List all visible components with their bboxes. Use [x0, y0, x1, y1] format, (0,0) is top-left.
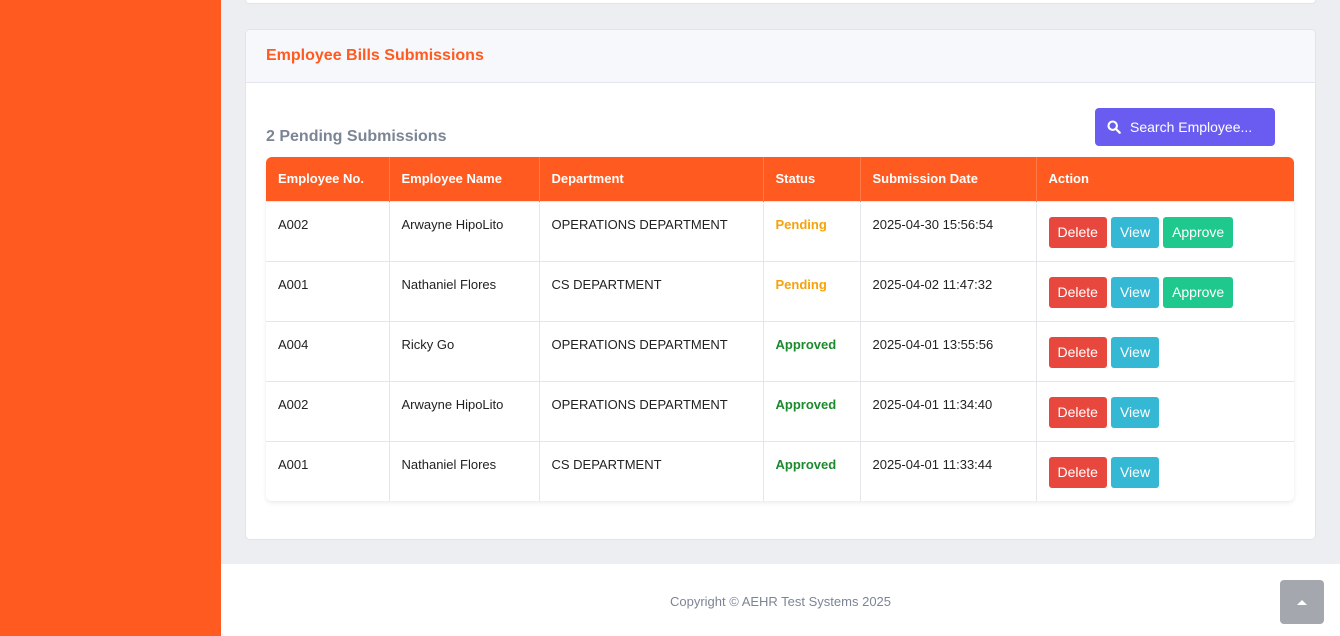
- status-cell: Approved: [763, 320, 861, 381]
- search-icon: [1107, 120, 1121, 134]
- column-header: Employee Name: [389, 157, 540, 201]
- delete-button[interactable]: Delete: [1048, 396, 1107, 428]
- view-button[interactable]: View: [1110, 216, 1160, 248]
- employee-name-cell: Ricky Go: [389, 320, 540, 381]
- card-title: Employee Bills Submissions: [266, 47, 484, 64]
- status-cell: Pending: [763, 260, 861, 321]
- employee-name-cell: Nathaniel Flores: [389, 440, 540, 501]
- approve-button[interactable]: Approve: [1163, 276, 1234, 308]
- submission-date-cell: 2025-04-01 11:33:44: [860, 440, 1037, 501]
- employee-no-cell: A001: [266, 440, 390, 501]
- department-cell: OPERATIONS DEPARTMENT: [539, 320, 764, 381]
- search-employee-label: Search Employee...: [1130, 119, 1253, 135]
- employee-no-cell: A004: [266, 320, 390, 381]
- employee-name-cell: Arwayne HipoLito: [389, 200, 540, 261]
- table-row: A004 Ricky Go OPERATIONS DEPARTMENT Appr…: [266, 320, 1294, 381]
- department-cell: CS DEPARTMENT: [539, 440, 764, 501]
- action-cell: Delete View Approve: [1036, 260, 1294, 321]
- status-cell: Approved: [763, 380, 861, 441]
- table-row: A002 Arwayne HipoLito OPERATIONS DEPARTM…: [266, 200, 1294, 261]
- view-button[interactable]: View: [1110, 276, 1160, 308]
- footer: Copyright © AEHR Test Systems 2025: [221, 564, 1340, 636]
- action-cell: Delete View: [1036, 380, 1294, 441]
- submissions-table: Employee No. Employee Name Department St…: [266, 157, 1294, 501]
- status-cell: Pending: [763, 200, 861, 261]
- pending-count-heading: 2 Pending Submissions: [266, 128, 447, 145]
- employee-no-cell: A002: [266, 380, 390, 441]
- action-cell: Delete View: [1036, 320, 1294, 381]
- search-employee-button[interactable]: Search Employee...: [1095, 108, 1275, 146]
- column-header: Department: [539, 157, 764, 201]
- action-cell: Delete View Approve: [1036, 200, 1294, 261]
- submission-date-cell: 2025-04-30 15:56:54: [860, 200, 1037, 261]
- scroll-to-top-button[interactable]: [1280, 580, 1324, 624]
- previous-card-edge: [245, 0, 1316, 4]
- employee-no-cell: A001: [266, 260, 390, 321]
- department-cell: OPERATIONS DEPARTMENT: [539, 380, 764, 441]
- bills-submissions-card: Employee Bills Submissions 2 Pending Sub…: [245, 29, 1316, 540]
- table-row: A002 Arwayne HipoLito OPERATIONS DEPARTM…: [266, 380, 1294, 441]
- table-row: A001 Nathaniel Flores CS DEPARTMENT Pend…: [266, 260, 1294, 321]
- chevron-up-icon: [1297, 600, 1307, 605]
- delete-button[interactable]: Delete: [1048, 456, 1107, 488]
- main-content: Employee Bills Submissions 2 Pending Sub…: [221, 0, 1340, 636]
- copyright-text: Copyright © AEHR Test Systems 2025: [669, 594, 892, 609]
- approve-button[interactable]: Approve: [1163, 216, 1234, 248]
- column-header: Submission Date: [860, 157, 1037, 201]
- action-cell: Delete View: [1036, 440, 1294, 501]
- column-header: Action: [1036, 157, 1294, 201]
- card-header: Employee Bills Submissions: [246, 30, 1315, 83]
- submission-date-cell: 2025-04-01 13:55:56: [860, 320, 1037, 381]
- view-button[interactable]: View: [1110, 396, 1160, 428]
- status-cell: Approved: [763, 440, 861, 501]
- delete-button[interactable]: Delete: [1048, 276, 1107, 308]
- submission-date-cell: 2025-04-01 11:34:40: [860, 380, 1037, 441]
- employee-no-cell: A002: [266, 200, 390, 261]
- view-button[interactable]: View: [1110, 456, 1160, 488]
- table-header-row: Employee No. Employee Name Department St…: [266, 157, 1294, 201]
- column-header: Status: [763, 157, 861, 201]
- delete-button[interactable]: Delete: [1048, 216, 1107, 248]
- delete-button[interactable]: Delete: [1048, 336, 1107, 368]
- table-row: A001 Nathaniel Flores CS DEPARTMENT Appr…: [266, 440, 1294, 501]
- column-header: Employee No.: [266, 157, 390, 201]
- employee-name-cell: Nathaniel Flores: [389, 260, 540, 321]
- view-button[interactable]: View: [1110, 336, 1160, 368]
- employee-name-cell: Arwayne HipoLito: [389, 380, 540, 441]
- department-cell: CS DEPARTMENT: [539, 260, 764, 321]
- submission-date-cell: 2025-04-02 11:47:32: [860, 260, 1037, 321]
- sidebar: [0, 0, 221, 636]
- department-cell: OPERATIONS DEPARTMENT: [539, 200, 764, 261]
